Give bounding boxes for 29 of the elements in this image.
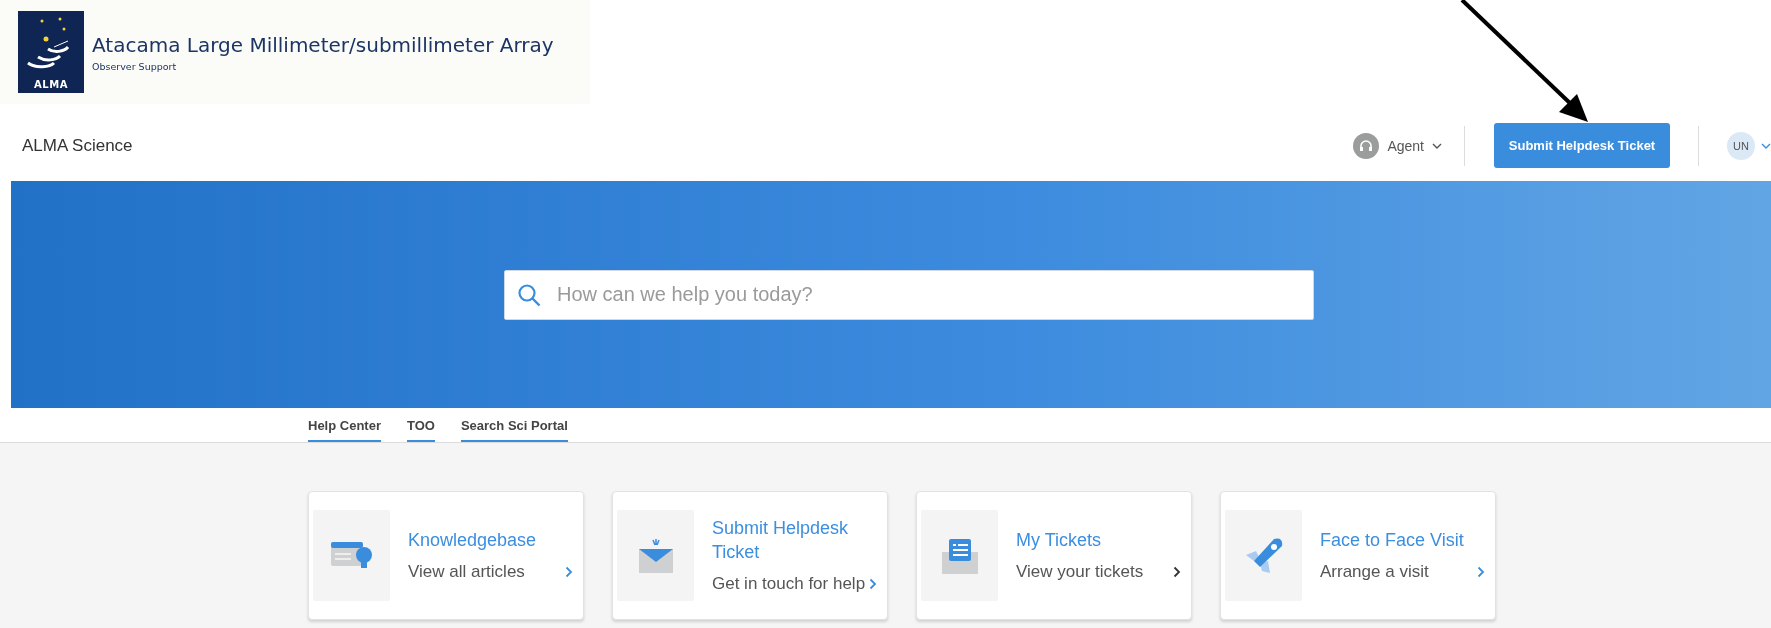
card-title: Submit Helpdesk Ticket bbox=[712, 517, 850, 564]
caret-icon bbox=[1432, 142, 1442, 149]
card-description: View your tickets bbox=[1016, 562, 1144, 583]
service-card[interactable]: Face to Face Visit Arrange a visit bbox=[1220, 491, 1496, 620]
card-title: Knowledgebase bbox=[408, 528, 538, 552]
service-card[interactable]: Submit Helpdesk Ticket Get in touch for help bbox=[612, 491, 888, 620]
card-description: View all articles bbox=[408, 562, 525, 583]
card-title: Face to Face Visit bbox=[1320, 528, 1465, 552]
caret-icon[interactable] bbox=[1761, 142, 1771, 149]
chevron-icon bbox=[565, 566, 573, 579]
card-description: Arrange a visit bbox=[1320, 562, 1429, 583]
search-icon bbox=[517, 282, 541, 307]
site-subtitle: Observer Support bbox=[92, 60, 178, 72]
envelope-icon bbox=[638, 537, 673, 574]
card-description: Get in touch for help bbox=[712, 573, 866, 594]
site-title: Atacama Large Millimeter/submillimeter Array bbox=[92, 32, 554, 57]
chevron-icon bbox=[1477, 566, 1485, 579]
logo-text: ALMA bbox=[34, 79, 68, 90]
headset-icon bbox=[1353, 132, 1380, 159]
service-card[interactable]: Knowledgebase View all articles bbox=[308, 491, 584, 620]
service-card[interactable]: My Tickets View your tickets bbox=[916, 491, 1192, 620]
search-field[interactable]: How can we help you today? bbox=[504, 269, 1314, 320]
chevron-icon bbox=[1173, 566, 1181, 579]
agent-menu[interactable]: Agent bbox=[1353, 132, 1442, 159]
envelope-letter-icon bbox=[941, 537, 978, 574]
portal-name: ALMA Science bbox=[22, 135, 134, 156]
user-avatar[interactable]: UN bbox=[1727, 131, 1755, 160]
chevron-icon bbox=[869, 577, 877, 590]
card-title: My Tickets bbox=[1016, 528, 1102, 552]
